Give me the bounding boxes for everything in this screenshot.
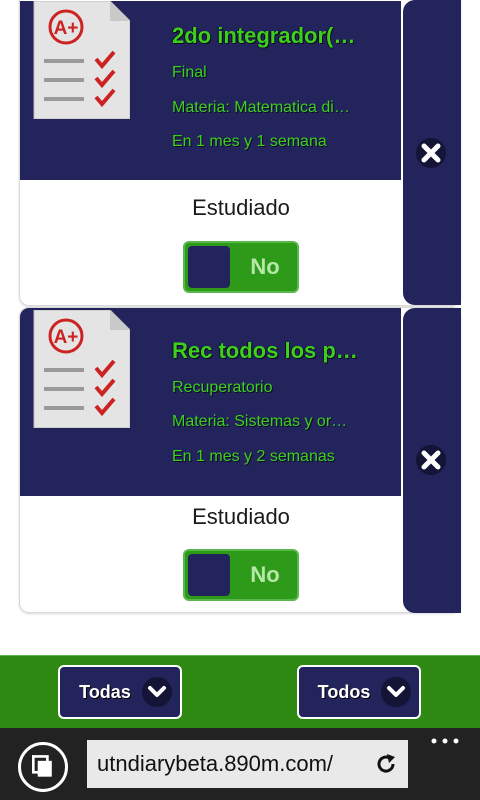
studied-toggle[interactable]: No	[183, 549, 299, 601]
filter-dropdown-subject[interactable]: Todos	[297, 665, 421, 719]
exam-card-header[interactable]: A+ 2do integrador(… Final Materia: Matem…	[20, 1, 401, 180]
app-screen: A+ 2do integrador(… Final Materia: Matem…	[0, 0, 480, 800]
refresh-icon[interactable]	[374, 752, 398, 776]
studied-toggle[interactable]: No	[183, 241, 299, 293]
address-bar[interactable]: utndiarybeta.890m.com/	[87, 740, 408, 788]
exam-due: En 1 mes y 2 semanas	[172, 448, 335, 465]
more-icon[interactable]	[430, 736, 460, 746]
filter-dropdown-label: Todas	[79, 682, 131, 702]
exam-due: En 1 mes y 1 semana	[172, 133, 327, 150]
tabs-icon[interactable]	[18, 742, 68, 792]
filter-dropdown-type[interactable]: Todas	[58, 665, 182, 719]
svg-text:A+: A+	[54, 18, 79, 39]
browser-bar: utndiarybeta.890m.com/	[0, 728, 480, 800]
toggle-knob[interactable]	[188, 554, 230, 596]
toggle-state: No	[250, 562, 280, 587]
close-icon[interactable]	[415, 137, 447, 169]
toggle-state: No	[250, 254, 280, 279]
url-text[interactable]: utndiarybeta.890m.com/	[97, 740, 333, 788]
toggle-knob[interactable]	[188, 246, 230, 288]
delete-panel[interactable]	[403, 308, 461, 613]
exam-title: 2do integrador(…	[172, 23, 356, 48]
chevron-down-icon[interactable]	[142, 677, 172, 707]
studied-label: Estudiado	[192, 195, 290, 220]
grade-sheet-icon: A+	[33, 310, 130, 428]
exam-card[interactable]: A+ 2do integrador(… Final Materia: Matem…	[19, 0, 461, 306]
exam-card-header[interactable]: A+ Rec todos los p… Recuperatorio Materi…	[20, 308, 401, 496]
chevron-down-icon[interactable]	[381, 677, 411, 707]
delete-panel[interactable]	[403, 0, 461, 305]
svg-text:A+: A+	[54, 327, 79, 348]
studied-label: Estudiado	[192, 504, 290, 529]
close-icon[interactable]	[415, 444, 447, 476]
grade-sheet-icon: A+	[33, 1, 130, 119]
exam-type: Recuperatorio	[172, 379, 273, 396]
filter-bar: Todas Todos	[0, 655, 480, 728]
exam-card[interactable]: A+ Rec todos los p… Recuperatorio Materi…	[19, 307, 461, 613]
exam-subject: Materia: Matematica di…	[172, 99, 350, 116]
exam-type: Final	[172, 64, 207, 81]
exam-subject: Materia: Sistemas y or…	[172, 413, 348, 430]
exam-title: Rec todos los p…	[172, 338, 358, 363]
filter-dropdown-label: Todos	[317, 682, 371, 702]
